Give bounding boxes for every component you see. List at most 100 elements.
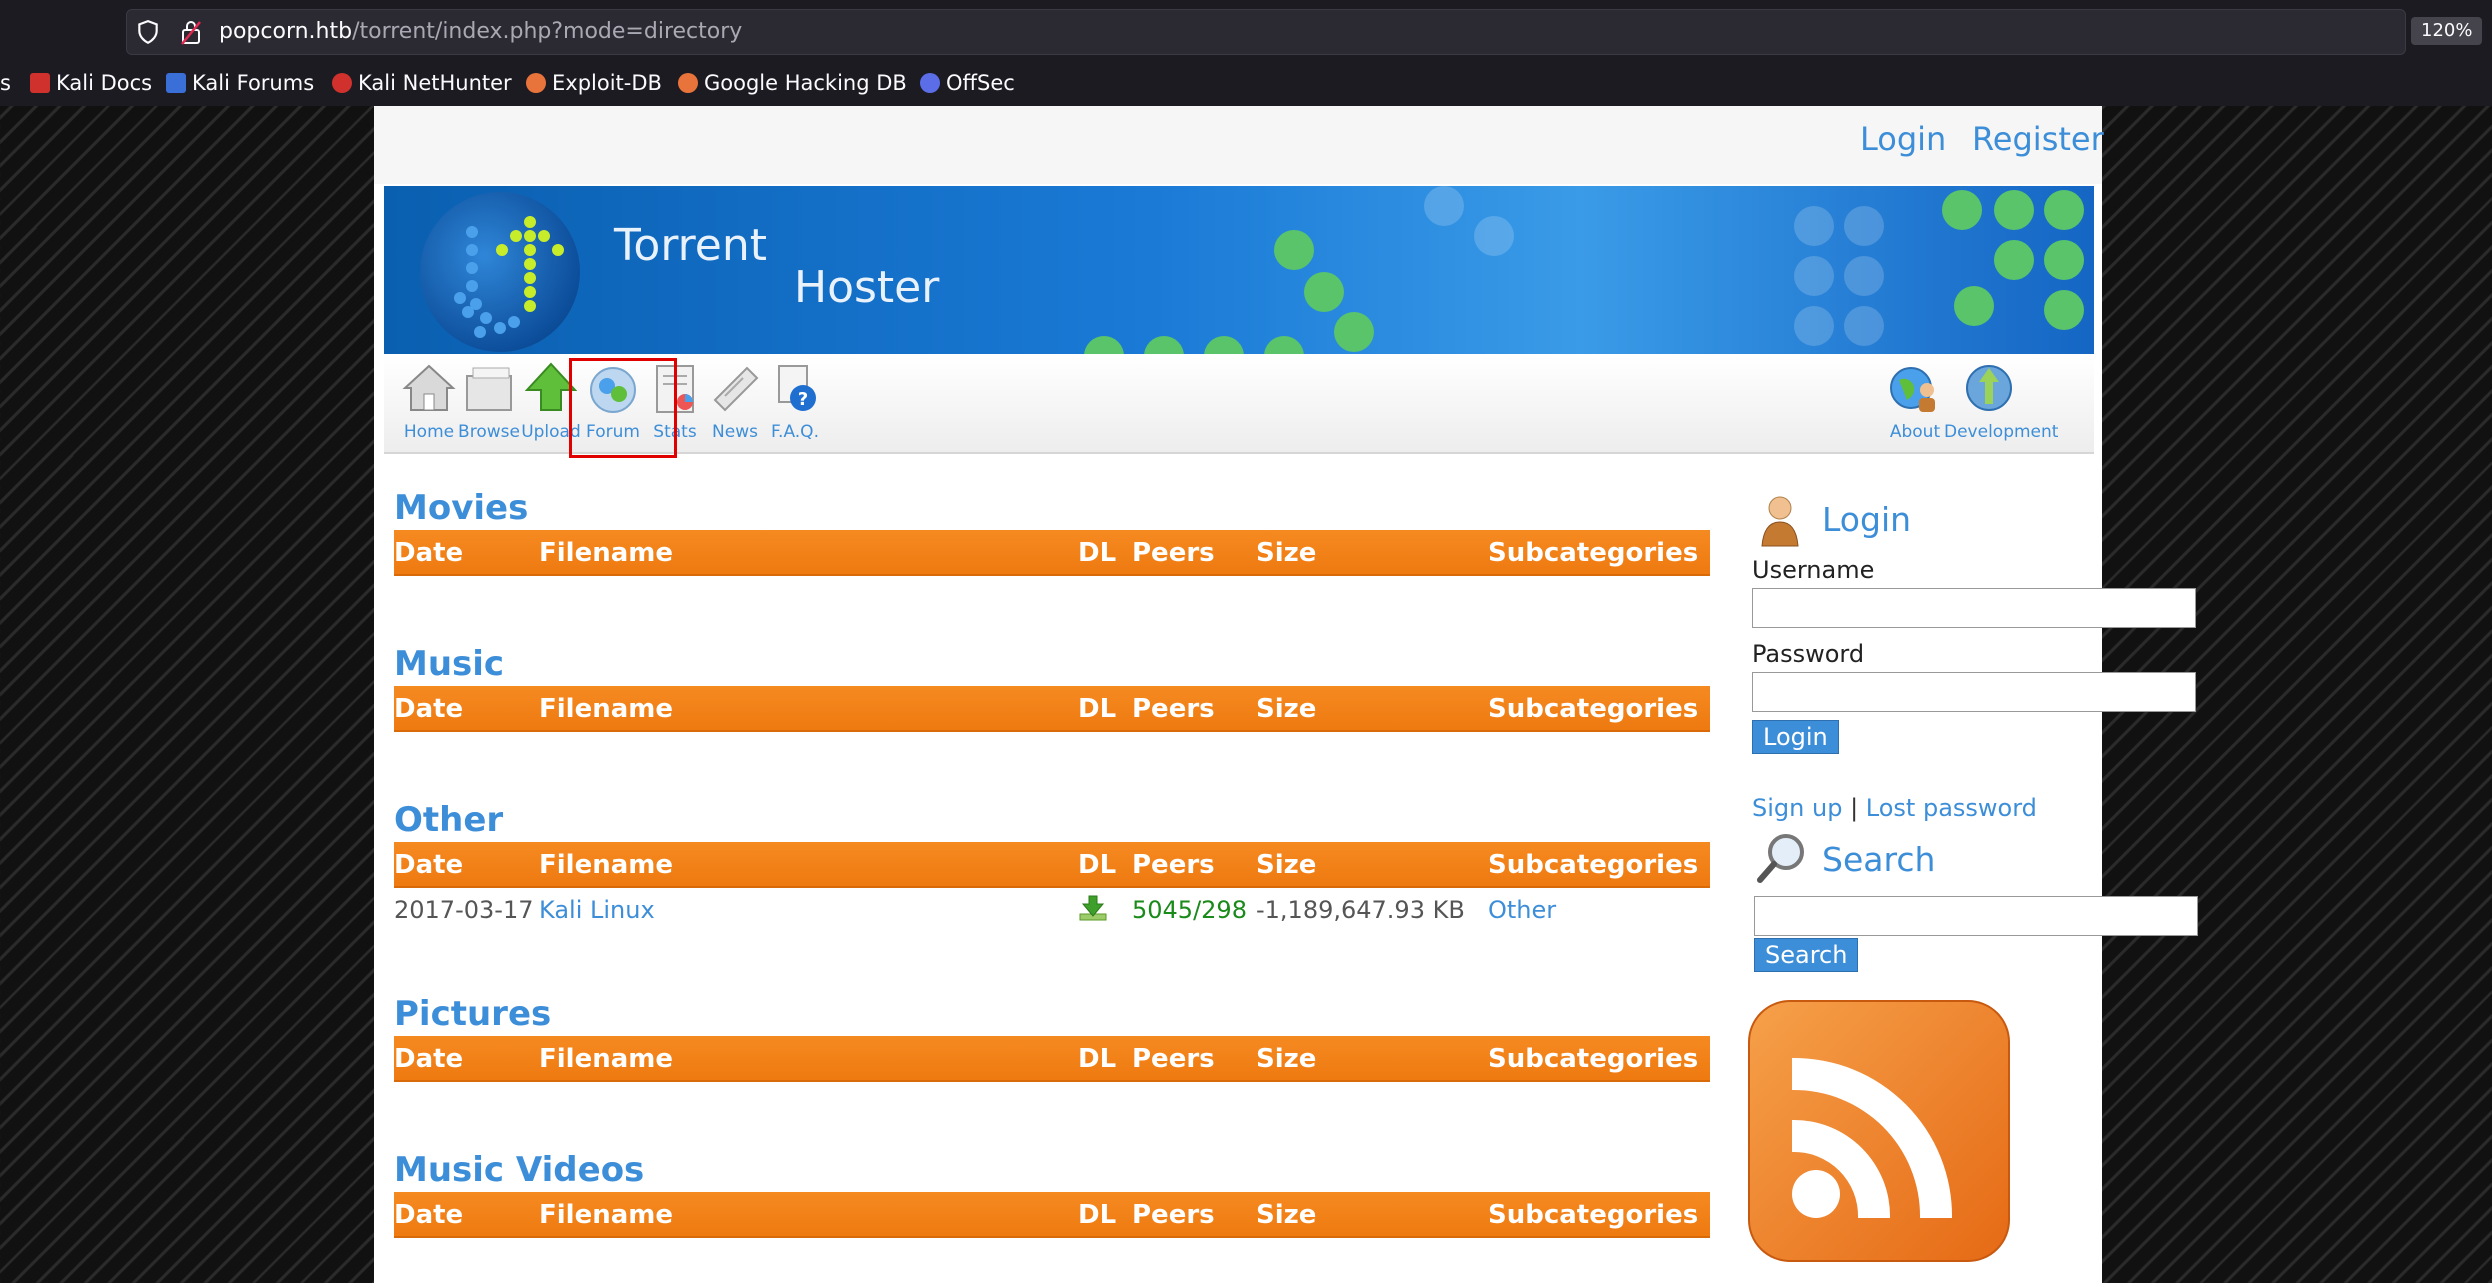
banner-dot [1844, 256, 1884, 296]
col-filename[interactable]: Filename [539, 1200, 673, 1230]
site-banner: Torrent Hoster [384, 186, 2094, 354]
banner-dot [1844, 206, 1884, 246]
col-filename[interactable]: Filename [539, 1044, 673, 1074]
nav-faq[interactable]: ? F.A.Q. [750, 360, 840, 448]
top-bar: Login Register [374, 106, 2104, 184]
password-label: Password [1752, 640, 1865, 668]
kali-docs-icon [30, 73, 50, 93]
banner-dot [1994, 240, 2034, 280]
signup-link[interactable]: Sign up [1752, 794, 1842, 822]
search-button[interactable]: Search [1754, 938, 1859, 972]
magnifier-icon [1757, 834, 1804, 883]
col-date[interactable]: Date [394, 538, 463, 568]
banner-dot [1794, 256, 1834, 296]
col-date[interactable]: Date [394, 694, 463, 724]
col-size[interactable]: Size [1256, 850, 1316, 880]
download-icon[interactable] [1078, 894, 1108, 928]
brand-title-line1: Torrent [614, 220, 767, 271]
col-dl: DL [1078, 694, 1117, 724]
address-bar[interactable]: popcorn.htb/torrent/index.php?mode=direc… [126, 9, 2483, 55]
banner-dot [1844, 306, 1884, 346]
row-subcategory-link[interactable]: Other [1488, 896, 1556, 924]
col-peers[interactable]: Peers [1132, 538, 1215, 568]
banner-dot [2044, 240, 2084, 280]
bookmark-ghdb[interactable]: Google Hacking DB [678, 68, 907, 98]
bookmark-label: Google Hacking DB [704, 71, 907, 95]
search-input[interactable] [1754, 896, 2198, 936]
banner-dot [1304, 272, 1344, 312]
kali-nethunter-icon [332, 73, 352, 93]
col-peers[interactable]: Peers [1132, 1200, 1215, 1230]
category-title[interactable]: Music Videos [394, 1148, 1710, 1192]
category-movies: Movies Date Filename DL Peers Size Subca… [394, 486, 1710, 576]
upload-highlight-box [569, 358, 677, 458]
bookmark-offsec[interactable]: OffSec [920, 68, 1015, 98]
category-other: Other Date Filename DL Peers Size Subcat… [394, 798, 1710, 928]
site-logo-icon [420, 192, 580, 352]
row-filename-link[interactable]: Kali Linux [539, 896, 655, 924]
bookmark-kali-docs[interactable]: Kali Docs [30, 68, 152, 98]
login-box-title: Login [1752, 488, 2212, 552]
insecure-lock-icon[interactable] [179, 18, 203, 46]
col-filename[interactable]: Filename [539, 694, 673, 724]
category-header-row: Date Filename DL Peers Size Subcategorie… [394, 1192, 1710, 1238]
login-link[interactable]: Login [1860, 120, 1946, 158]
password-field[interactable] [1752, 672, 2196, 712]
zoom-level-badge[interactable]: 120% [2411, 17, 2483, 45]
bookmark-label: s [0, 71, 11, 95]
bookmark-kali-nethunter[interactable]: Kali NetHunter [332, 68, 512, 98]
bookmark-exploit-db[interactable]: Exploit-DB [526, 68, 662, 98]
col-subcategories: Subcategories [1488, 850, 1699, 880]
bookmark-kali-forums[interactable]: Kali Forums [166, 68, 314, 98]
col-subcategories: Subcategories [1488, 538, 1699, 568]
row-date: 2017-03-17 [394, 896, 534, 924]
category-title[interactable]: Movies [394, 486, 1710, 530]
bookmarks-toolbar: s Kali Docs Kali Forums Kali NetHunter E… [0, 64, 2492, 100]
browser-chrome: popcorn.htb/torrent/index.php?mode=direc… [0, 0, 2492, 106]
nav-label: F.A.Q. [771, 422, 819, 442]
rss-feed-icon[interactable] [1748, 1000, 2010, 1262]
banner-dot [2044, 290, 2084, 330]
sidebar: Login Username Password Login Sign up | … [1752, 488, 2212, 972]
col-subcategories: Subcategories [1488, 1044, 1699, 1074]
register-link[interactable]: Register [1972, 120, 2104, 158]
banner-dot [1954, 286, 1994, 326]
banner-dot [1084, 336, 1124, 354]
col-size[interactable]: Size [1256, 1200, 1316, 1230]
bookmark-label: Kali Forums [192, 71, 315, 95]
category-header-row: Date Filename DL Peers Size Subcategorie… [394, 530, 1710, 576]
url-text[interactable]: popcorn.htb/torrent/index.php?mode=direc… [219, 19, 742, 44]
col-filename[interactable]: Filename [539, 850, 673, 880]
row-size: -1,189,647.93 KB [1256, 896, 1465, 924]
login-button[interactable]: Login [1752, 720, 1839, 754]
col-date[interactable]: Date [394, 1200, 463, 1230]
col-date[interactable]: Date [394, 1044, 463, 1074]
col-size[interactable]: Size [1256, 538, 1316, 568]
username-field[interactable] [1752, 588, 2196, 628]
category-header-row: Date Filename DL Peers Size Subcategorie… [394, 842, 1710, 888]
main-navigation: Home Browse Upload Forum Stats News ? F.… [384, 356, 2094, 458]
url-host: popcorn.htb [219, 19, 353, 44]
banner-dot [2044, 190, 2084, 230]
col-peers[interactable]: Peers [1132, 694, 1215, 724]
url-path: /torrent/index.php?mode=directory [352, 19, 743, 44]
category-title[interactable]: Other [394, 798, 1710, 842]
col-filename[interactable]: Filename [539, 538, 673, 568]
shield-icon[interactable] [135, 19, 161, 45]
col-dl: DL [1078, 850, 1117, 880]
category-title[interactable]: Music [394, 642, 1710, 686]
col-date[interactable]: Date [394, 850, 463, 880]
col-size[interactable]: Size [1256, 694, 1316, 724]
banner-dot [1794, 306, 1834, 346]
banner-dot [1204, 336, 1244, 354]
col-peers[interactable]: Peers [1132, 850, 1215, 880]
category-title[interactable]: Pictures [394, 992, 1710, 1036]
banner-dot [1264, 336, 1304, 354]
bookmark-item[interactable]: s [0, 68, 11, 98]
lost-password-link[interactable]: Lost password [1866, 794, 2037, 822]
col-peers[interactable]: Peers [1132, 1044, 1215, 1074]
nav-development[interactable]: Development [1944, 360, 2058, 448]
table-row: 2017-03-17 Kali Linux 5045/298 -1,189,64… [394, 888, 1710, 928]
col-size[interactable]: Size [1256, 1044, 1316, 1074]
banner-dot [1424, 186, 1464, 226]
